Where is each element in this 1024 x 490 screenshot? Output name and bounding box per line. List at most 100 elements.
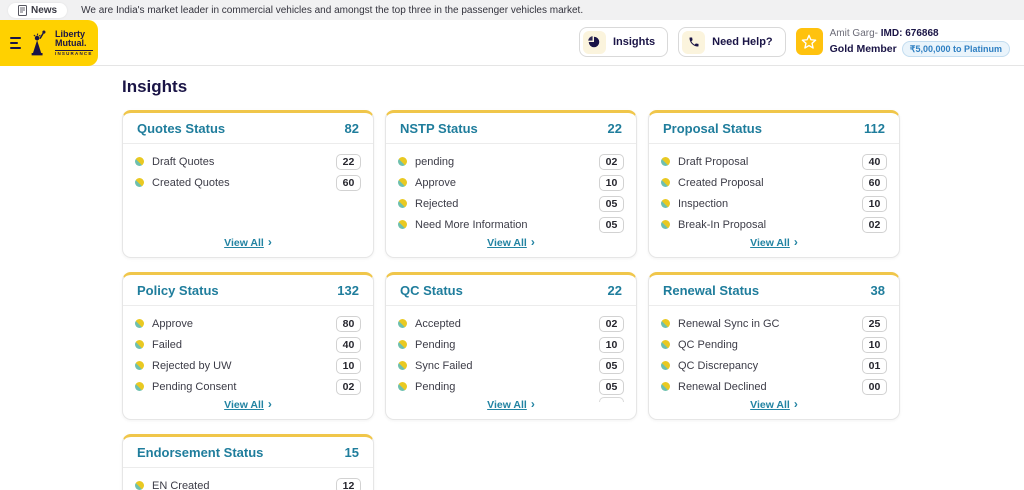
status-dot-icon	[398, 157, 407, 166]
status-card: Policy Status 132 Approve80Failed40Rejec…	[122, 272, 374, 420]
status-item-label: Rejected	[415, 198, 458, 210]
card-item-list: Draft Quotes22 Created Quotes 60	[123, 144, 373, 193]
status-dot-icon	[135, 178, 144, 187]
card-item-list: EN Created12EN Under Review10	[123, 468, 373, 490]
status-item-label: QC Discrepancy	[678, 360, 758, 372]
gold-star-icon	[796, 28, 823, 55]
card-total-count: 132	[337, 283, 359, 298]
clipped-badge	[599, 397, 624, 402]
status-item-label: Approve	[415, 177, 456, 189]
status-dot-icon	[398, 199, 407, 208]
status-count-badge: 10	[599, 337, 624, 353]
card-item-list: Renewal Sync in GC25QC Pending10QC Discr…	[649, 306, 899, 397]
status-item-label: Created Proposal	[678, 177, 764, 189]
status-count-badge: 10	[862, 337, 887, 353]
hamburger-menu-icon[interactable]	[10, 37, 21, 49]
cards-grid: Quotes Status 82 Draft Quotes22Created Q…	[122, 110, 1024, 490]
chevron-right-icon: ›	[531, 235, 535, 249]
status-dot-icon	[661, 157, 670, 166]
status-item-label: Accepted	[415, 318, 461, 330]
card-total-count: 15	[345, 445, 359, 460]
view-all-row: View All ›	[386, 395, 636, 413]
status-item: Sync Failed05	[398, 355, 624, 376]
status-count-badge: 02	[862, 217, 887, 233]
news-pill[interactable]: News	[8, 3, 67, 18]
status-item-label: Draft Proposal	[678, 156, 748, 168]
status-count-badge: 25	[862, 316, 887, 332]
news-label: News	[31, 5, 57, 16]
status-count-badge: 02	[599, 154, 624, 170]
status-item: Draft Proposal 40	[661, 151, 887, 172]
view-all-link[interactable]: View All	[224, 237, 264, 249]
status-item-label: Rejected by UW	[152, 360, 231, 372]
member-imd: IMD: 676868	[881, 28, 939, 39]
need-help-button-label: Need Help?	[712, 36, 773, 48]
news-ticker-text: We are India's market leader in commerci…	[81, 5, 583, 16]
status-count-badge: 05	[599, 358, 624, 374]
card-title: Endorsement Status	[137, 445, 263, 460]
view-all-link[interactable]: View All	[224, 399, 264, 411]
view-all-link[interactable]: View All	[487, 399, 527, 411]
status-count-badge: 02	[599, 316, 624, 332]
upgrade-to-platinum-badge[interactable]: ₹5,00,000 to Platinum	[902, 41, 1010, 57]
status-item-label: Created Quotes	[152, 177, 230, 189]
card-title: NSTP Status	[400, 121, 478, 136]
status-count-badge: 40	[862, 154, 887, 170]
status-item: Accepted 02	[398, 313, 624, 334]
view-all-link[interactable]: View All	[750, 237, 790, 249]
status-dot-icon	[398, 382, 407, 391]
status-item-label: Need More Information	[415, 219, 528, 231]
status-card: Proposal Status 112 Draft Proposal40Crea…	[648, 110, 900, 258]
card-total-count: 22	[608, 121, 622, 136]
status-count-badge: 02	[336, 379, 361, 395]
status-item-label: Inspection	[678, 198, 728, 210]
card-item-list: Approve80Failed40Rejected by UW10Pending…	[123, 306, 373, 397]
status-dot-icon	[398, 361, 407, 370]
news-bar: News We are India's market leader in com…	[0, 0, 1024, 20]
status-count-badge: 40	[336, 337, 361, 353]
header-actions: Insights Need Help? Amit Garg- IMD: 6768…	[579, 27, 1010, 57]
status-count-badge: 10	[336, 358, 361, 374]
status-dot-icon	[135, 319, 144, 328]
status-count-badge: 60	[336, 175, 361, 191]
chevron-right-icon: ›	[794, 397, 798, 411]
status-card: Quotes Status 82 Draft Quotes22Created Q…	[122, 110, 374, 258]
chevron-right-icon: ›	[531, 397, 535, 411]
status-dot-icon	[135, 481, 144, 490]
main-content: Insights Quotes Status 82 Draft Quotes22…	[0, 66, 1024, 490]
news-doc-icon	[18, 5, 27, 16]
pie-chart-icon	[583, 31, 606, 54]
status-dot-icon	[135, 157, 144, 166]
status-item: Approve80	[135, 313, 361, 334]
liberty-statue-icon	[28, 28, 48, 58]
need-help-button[interactable]: Need Help?	[678, 27, 786, 57]
status-dot-icon	[661, 178, 670, 187]
status-item: Draft Quotes22	[135, 151, 361, 172]
status-item: Rejected05	[398, 193, 624, 214]
status-dot-icon	[135, 361, 144, 370]
insights-button[interactable]: Insights	[579, 27, 668, 57]
status-card: Endorsement Status 15 EN Created12EN Und…	[122, 434, 374, 490]
card-total-count: 82	[345, 121, 359, 136]
status-item: Break-In Proposal 02	[661, 214, 887, 235]
card-item-list: Draft Proposal 40 Created Proposal60 Inspec…	[649, 144, 899, 235]
card-title: Policy Status	[137, 283, 219, 298]
status-item: EN Created12	[135, 475, 361, 490]
card-title: Renewal Status	[663, 283, 759, 298]
status-dot-icon	[398, 178, 407, 187]
status-dot-icon	[398, 340, 407, 349]
status-item-label: Pending	[415, 339, 455, 351]
view-all-row: View All›	[123, 395, 373, 413]
view-all-link[interactable]: View All	[750, 399, 790, 411]
view-all-link[interactable]: View All	[487, 237, 527, 249]
status-dot-icon	[398, 319, 407, 328]
status-item-label: Break-In Proposal	[678, 219, 766, 231]
status-card: NSTP Status 22 pending02Approve10Rejecte…	[385, 110, 637, 258]
status-card: Renewal Status 38 Renewal Sync in GC25QC…	[648, 272, 900, 420]
status-item: Created Proposal60	[661, 172, 887, 193]
status-dot-icon	[135, 382, 144, 391]
status-count-badge: 12	[336, 478, 361, 490]
card-title: Proposal Status	[663, 121, 762, 136]
status-dot-icon	[135, 340, 144, 349]
status-item: QC Discrepancy01	[661, 355, 887, 376]
